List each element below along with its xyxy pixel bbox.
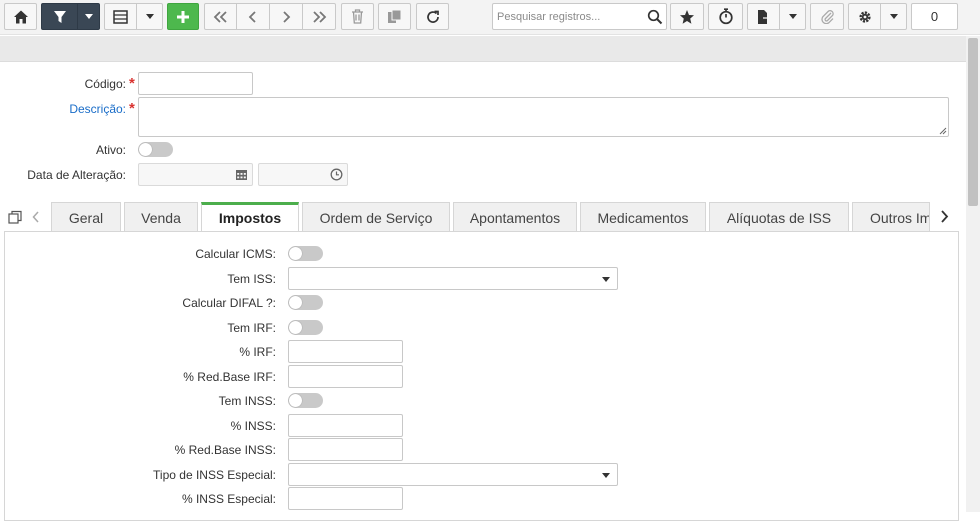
pct-red-base-inss-label: % Red.Base INSS: xyxy=(174,443,276,457)
home-icon xyxy=(13,10,28,23)
grid-view-dropdown[interactable] xyxy=(137,3,163,30)
delete-button[interactable] xyxy=(341,3,374,30)
calcular-icms-label: Calcular ICMS: xyxy=(195,247,276,261)
descricao-field[interactable] xyxy=(138,97,949,137)
filter-dropdown[interactable] xyxy=(78,3,100,30)
home-button[interactable] xyxy=(4,3,37,30)
restore-tabs-icon[interactable] xyxy=(8,210,23,225)
export-button[interactable] xyxy=(747,3,780,30)
search-box xyxy=(492,3,667,30)
chevron-down-icon xyxy=(602,277,610,282)
settings-button[interactable] xyxy=(848,3,881,30)
tab-bar: Geral Venda Impostos Ordem de Serviço Ap… xyxy=(0,202,966,233)
tipo-inss-especial-label: Tipo de INSS Especial: xyxy=(153,468,276,482)
pct-irf-field[interactable] xyxy=(288,340,403,363)
last-record-button[interactable] xyxy=(303,3,336,30)
copy-icon xyxy=(388,9,402,23)
tab-outros-impostos[interactable]: Outros Im xyxy=(852,202,930,232)
data-alteracao-label: Data de Alteração: xyxy=(27,168,126,182)
required-marker: * xyxy=(129,100,135,117)
chevron-down-icon xyxy=(84,13,93,19)
tab-medicamentos[interactable]: Medicamentos xyxy=(580,202,706,232)
chevron-down-icon xyxy=(602,473,610,478)
record-count: 0 xyxy=(911,3,958,30)
tem-irf-label: Tem IRF: xyxy=(227,321,276,335)
tem-inss-label: Tem INSS: xyxy=(218,394,276,408)
tabs-scroll-left-icon[interactable] xyxy=(32,211,40,223)
star-icon xyxy=(680,9,694,24)
tem-irf-toggle[interactable] xyxy=(288,320,323,335)
tem-iss-label: Tem ISS: xyxy=(227,272,276,286)
tab-venda[interactable]: Venda xyxy=(124,202,198,232)
pct-inss-especial-field[interactable] xyxy=(288,487,403,510)
timer-icon xyxy=(718,8,733,25)
grid-view-button[interactable] xyxy=(104,3,137,30)
pct-inss-field[interactable] xyxy=(288,414,403,437)
favorite-button[interactable] xyxy=(670,3,704,30)
calendar-icon xyxy=(236,170,247,180)
pct-irf-label: % IRF: xyxy=(239,345,276,359)
tem-iss-select[interactable] xyxy=(288,267,618,290)
tab-geral[interactable]: Geral xyxy=(51,202,121,232)
tab-ordem-de-servico[interactable]: Ordem de Serviço xyxy=(302,202,450,232)
toolbar-subbar xyxy=(0,36,966,62)
filter-icon xyxy=(53,10,66,23)
required-marker: * xyxy=(129,75,135,92)
next-record-button[interactable] xyxy=(270,3,303,30)
prev-icon xyxy=(248,10,256,23)
calcular-difal-toggle[interactable] xyxy=(288,295,323,310)
pct-red-base-inss-field[interactable] xyxy=(288,438,403,461)
scrollbar-thumb[interactable] xyxy=(968,38,978,206)
first-icon xyxy=(213,10,227,23)
clock-icon xyxy=(330,168,343,181)
search-icon[interactable] xyxy=(647,9,663,25)
data-alteracao-time-field xyxy=(258,163,348,186)
vertical-scrollbar[interactable] xyxy=(966,36,980,512)
ativo-toggle[interactable] xyxy=(138,142,173,157)
gear-icon xyxy=(858,10,871,23)
tab-impostos[interactable]: Impostos xyxy=(201,202,299,233)
add-button[interactable] xyxy=(167,3,199,30)
pct-red-base-irf-field[interactable] xyxy=(288,365,403,388)
attach-button[interactable] xyxy=(810,3,844,30)
toolbar: 0 xyxy=(0,0,980,35)
tipo-inss-especial-select[interactable] xyxy=(288,463,618,486)
settings-dropdown[interactable] xyxy=(881,3,907,30)
data-alteracao-date-field xyxy=(138,163,253,186)
resize-handle-icon[interactable] xyxy=(939,127,947,135)
descricao-label: Descrição: xyxy=(69,102,126,116)
search-input[interactable] xyxy=(493,4,643,29)
tabs-scroll-right-icon[interactable] xyxy=(940,210,949,223)
export-icon xyxy=(758,9,771,24)
previous-record-button[interactable] xyxy=(237,3,270,30)
attach-icon xyxy=(820,10,834,24)
duplicate-button[interactable] xyxy=(378,3,411,30)
export-dropdown[interactable] xyxy=(780,3,806,30)
chevron-down-icon xyxy=(889,13,898,19)
tem-inss-toggle[interactable] xyxy=(288,393,323,408)
chevron-down-icon xyxy=(145,13,154,19)
first-record-button[interactable] xyxy=(204,3,237,30)
refresh-button[interactable] xyxy=(416,3,449,30)
last-icon xyxy=(313,10,327,23)
pct-red-base-irf-label: % Red.Base IRF: xyxy=(183,370,276,384)
filter-button[interactable] xyxy=(41,3,78,30)
codigo-field[interactable] xyxy=(138,72,253,95)
tab-apontamentos[interactable]: Apontamentos xyxy=(453,202,577,232)
calcular-icms-toggle[interactable] xyxy=(288,246,323,261)
pct-inss-especial-label: % INSS Especial: xyxy=(181,492,276,506)
chevron-down-icon xyxy=(788,13,797,19)
grid-icon xyxy=(113,9,128,24)
next-icon xyxy=(283,10,291,23)
calcular-difal-label: Calcular DIFAL ?: xyxy=(182,296,276,310)
ativo-label: Ativo: xyxy=(95,143,126,157)
codigo-label: Código: xyxy=(84,77,126,91)
timer-button[interactable] xyxy=(708,3,743,30)
refresh-icon xyxy=(426,10,439,23)
delete-icon xyxy=(352,9,363,24)
pct-inss-label: % INSS: xyxy=(230,419,276,433)
add-icon xyxy=(177,10,189,23)
tab-aliquotas-de-iss[interactable]: Alíquotas de ISS xyxy=(709,202,849,232)
